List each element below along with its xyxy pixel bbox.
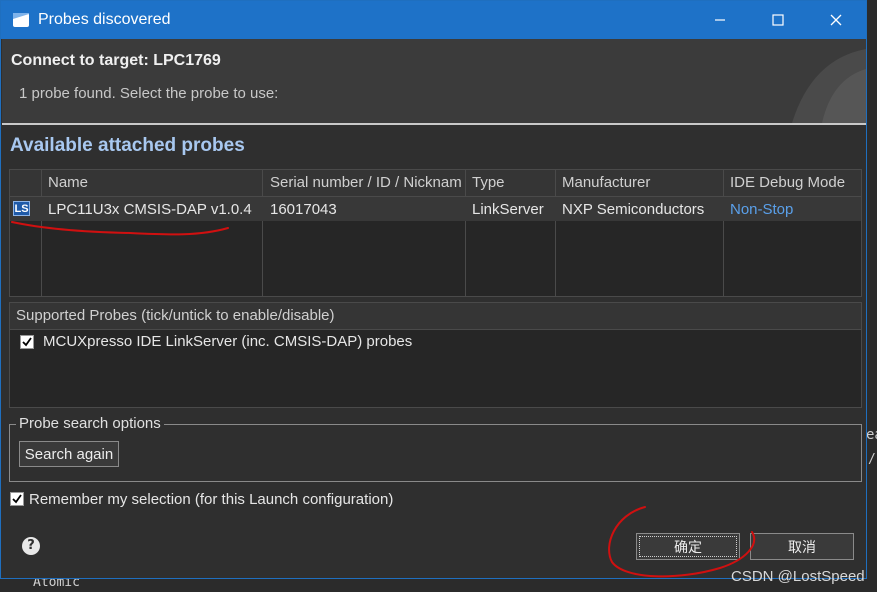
close-button[interactable]	[807, 1, 865, 39]
remember-selection-checkbox[interactable]	[10, 492, 24, 506]
dialog-subheading: 1 probe found. Select the probe to use:	[19, 85, 279, 102]
column-header-debug-mode[interactable]: IDE Debug Mode	[730, 174, 861, 191]
attached-probes-title: Available attached probes	[10, 135, 245, 156]
maximize-button[interactable]	[749, 1, 807, 39]
column-header-name[interactable]: Name	[48, 174, 258, 191]
window-title: Probes discovered	[38, 11, 171, 28]
help-icon[interactable]: ?	[22, 537, 40, 555]
dialog-header: Connect to target: LPC1769 1 probe found…	[2, 39, 866, 123]
probe-name-cell[interactable]: LPC11U3x CMSIS-DAP v1.0.4	[48, 201, 262, 218]
probe-manufacturer-cell[interactable]: NXP Semiconductors	[562, 201, 722, 218]
watermark-text: CSDN @LostSpeed	[731, 568, 865, 585]
column-header-serial[interactable]: Serial number / ID / Nickname	[270, 174, 462, 191]
attached-probes-table[interactable]: Name Serial number / ID / Nickname Type …	[9, 169, 862, 297]
supported-probes-header: Supported Probes (tick/untick to enable/…	[10, 303, 861, 330]
column-header-manufacturer[interactable]: Manufacturer	[562, 174, 720, 191]
supported-probes-header-label: Supported Probes (tick/untick to enable/…	[16, 307, 335, 324]
column-divider	[555, 170, 556, 296]
probe-debug-mode-link[interactable]: Non-Stop	[730, 201, 861, 218]
cancel-button[interactable]: 取消	[750, 533, 854, 560]
minimize-button[interactable]	[691, 1, 749, 39]
checkmark-icon	[12, 494, 22, 504]
probe-search-options-group: Probe search options Search again	[9, 415, 862, 482]
background-side-text: ea	[866, 427, 877, 443]
search-again-button[interactable]: Search again	[19, 441, 119, 467]
column-divider	[41, 170, 42, 296]
maximize-icon	[772, 14, 784, 26]
close-icon	[830, 14, 842, 26]
background-side-text-2: /	[868, 452, 876, 467]
column-divider	[465, 170, 466, 296]
probes-dialog: Probes discovered Connect to target: LPC…	[0, 0, 867, 579]
checkmark-icon	[22, 337, 32, 347]
supported-probe-checkbox[interactable]	[20, 335, 34, 349]
column-divider	[723, 170, 724, 296]
minimize-icon	[715, 19, 725, 21]
header-divider	[2, 123, 866, 125]
probe-search-options-label: Probe search options	[16, 415, 164, 432]
supported-probe-label[interactable]: MCUXpresso IDE LinkServer (inc. CMSIS-DA…	[43, 333, 412, 350]
remember-selection-label[interactable]: Remember my selection (for this Launch c…	[29, 491, 393, 508]
supported-probes-list: Supported Probes (tick/untick to enable/…	[9, 302, 862, 408]
dialog-heading: Connect to target: LPC1769	[11, 52, 221, 69]
ok-button[interactable]: 确定	[636, 533, 740, 560]
header-decoration	[792, 49, 866, 123]
linkserver-icon: LS	[13, 201, 30, 216]
app-window-icon	[13, 13, 29, 27]
column-divider	[262, 170, 263, 296]
title-bar[interactable]: Probes discovered	[1, 1, 866, 39]
probe-type-cell[interactable]: LinkServer	[472, 201, 554, 218]
column-header-type[interactable]: Type	[472, 174, 552, 191]
probe-serial-cell[interactable]: 16017043	[270, 201, 462, 218]
